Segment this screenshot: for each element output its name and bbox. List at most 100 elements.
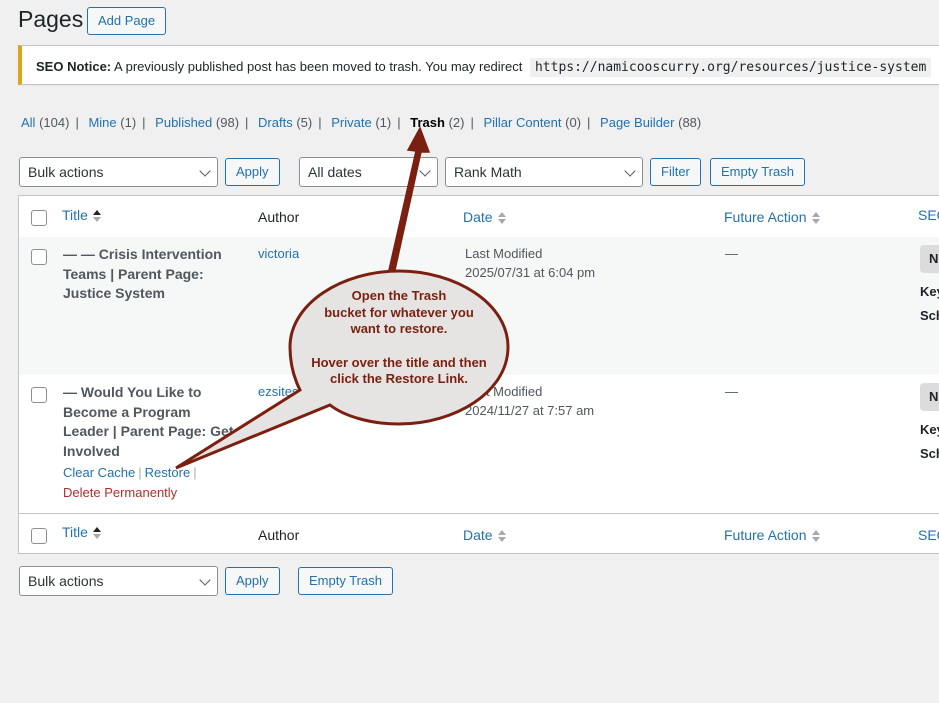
column-title[interactable]: Title: [62, 524, 101, 540]
sort-icon: [811, 212, 820, 225]
callout-line: want to restore.: [350, 321, 448, 336]
seo-filter-select[interactable]: Rank Math: [445, 157, 643, 187]
filter-button[interactable]: Filter: [650, 158, 701, 186]
add-page-button[interactable]: Add Page: [87, 7, 167, 35]
column-title-label[interactable]: Title: [62, 524, 88, 540]
row-title-line[interactable]: Teams | Parent Page:: [63, 265, 222, 285]
column-date[interactable]: Date: [463, 527, 506, 543]
notice-url: https://namicooscurry.org/resources/just…: [529, 58, 932, 77]
bulk-actions-select[interactable]: Bulk actions: [19, 157, 218, 187]
column-author: Author: [258, 527, 300, 543]
status-filter-links: All (104) | Mine (1) | Published (98) | Dra…: [21, 115, 702, 130]
row-date-status: Last Modified: [465, 246, 543, 261]
filter-mine[interactable]: Mine: [88, 115, 116, 130]
row-title-line[interactable]: Involved: [63, 442, 233, 462]
row-title-line[interactable]: Justice System: [63, 284, 222, 304]
callout-line: Hover over the title and then: [311, 354, 487, 370]
dates-select[interactable]: All dates: [299, 157, 438, 187]
apply-button[interactable]: Apply: [225, 158, 280, 186]
seo-score-badge: N: [920, 245, 939, 273]
row-actions: Clear Cache | Restore | Delete Permanently: [63, 465, 197, 500]
seo-schema-label: Sch: [920, 446, 939, 461]
row-date-value: 2024/11/27 at 7:57 am: [465, 402, 595, 418]
callout-line: bucket for whatever you: [324, 304, 474, 320]
bulk-actions-value: Bulk actions: [28, 573, 104, 589]
row-future-action: —: [725, 384, 738, 399]
select-all-checkbox[interactable]: [31, 528, 47, 544]
filter-drafts-count: (5): [296, 115, 313, 130]
filter-published[interactable]: Published: [155, 115, 212, 130]
filter-pillar-content-count: (0): [565, 115, 582, 130]
empty-trash-button-bottom[interactable]: Empty Trash: [298, 567, 393, 595]
column-date-label[interactable]: Date: [463, 527, 493, 543]
page-title: Pages: [18, 6, 84, 32]
table-header: Title Author Date Future Action SEO: [19, 196, 939, 238]
callout-line: click the Restore Link.: [330, 371, 468, 386]
restore-link[interactable]: Restore: [145, 465, 191, 480]
column-future-action-label[interactable]: Future Action: [724, 527, 807, 543]
column-future-action-label[interactable]: Future Action: [724, 209, 807, 225]
row-date-value: 2025/07/31 at 6:04 pm: [465, 264, 596, 280]
bulk-actions-value: Bulk actions: [28, 164, 104, 180]
chevron-down-icon: [419, 165, 431, 177]
table-row: — Would You Like to Become a Program Lea…: [19, 375, 939, 513]
column-title-label[interactable]: Title: [62, 207, 88, 223]
column-seo[interactable]: SEO: [918, 207, 939, 223]
seo-score-badge: N: [920, 383, 939, 411]
table-footer: Title Author Date Future Action SEO: [19, 513, 939, 553]
filter-drafts[interactable]: Drafts: [258, 115, 293, 130]
column-future-action[interactable]: Future Action: [724, 209, 820, 225]
filter-trash-count: (2): [448, 115, 465, 130]
row-title-line[interactable]: Become a Program: [63, 403, 233, 423]
seo-keyword-label: Key: [920, 422, 939, 437]
notice-message: A previously published post has been mov…: [114, 59, 523, 74]
sort-icon: [497, 212, 506, 225]
column-author: Author: [258, 209, 300, 225]
filter-page-builder[interactable]: Page Builder: [600, 115, 674, 130]
empty-trash-button[interactable]: Empty Trash: [710, 158, 805, 186]
seo-notice: SEO Notice: A previously published post …: [18, 45, 939, 85]
sort-icon: [92, 527, 101, 540]
filter-published-count: (98): [215, 115, 240, 130]
row-title-line[interactable]: — Would You Like to: [63, 383, 233, 403]
row-date: Last Modified 2025/07/31 at 6:04 pm: [465, 245, 595, 282]
notice-label: SEO Notice:: [36, 59, 112, 74]
filter-pillar-content[interactable]: Pillar Content: [483, 115, 561, 130]
filter-mine-count: (1): [120, 115, 137, 130]
clear-cache-link[interactable]: Clear Cache: [63, 465, 135, 480]
filter-trash[interactable]: Trash: [410, 115, 445, 130]
seo-keyword-label: Key: [920, 284, 939, 299]
row-title[interactable]: — — Crisis Intervention Teams | Parent P…: [63, 245, 222, 304]
row-title-line[interactable]: — — Crisis Intervention: [63, 245, 222, 265]
column-seo-label[interactable]: SEO: [918, 527, 939, 543]
bulk-actions-select-bottom[interactable]: Bulk actions: [19, 566, 218, 596]
seo-schema-label: Sch: [920, 308, 939, 323]
row-author-link[interactable]: victoria: [258, 245, 299, 264]
row-title-line[interactable]: Leader | Parent Page: Get: [63, 422, 233, 442]
callout-text: Open the Trash bucket for whatever you w…: [298, 288, 500, 388]
apply-button-bottom[interactable]: Apply: [225, 567, 280, 595]
filter-private-count: (1): [375, 115, 392, 130]
column-date-label[interactable]: Date: [463, 209, 493, 225]
row-checkbox[interactable]: [31, 387, 47, 403]
sort-icon: [497, 530, 506, 543]
delete-permanently-link[interactable]: Delete Permanently: [63, 485, 177, 500]
row-title[interactable]: — Would You Like to Become a Program Lea…: [63, 383, 233, 461]
filter-page-builder-count: (88): [678, 115, 702, 130]
column-seo[interactable]: SEO: [918, 527, 939, 543]
sort-icon: [811, 530, 820, 543]
callout-line: Open the Trash: [351, 288, 447, 303]
column-date[interactable]: Date: [463, 209, 506, 225]
filter-private[interactable]: Private: [331, 115, 371, 130]
sort-icon: [92, 210, 101, 223]
select-all-checkbox[interactable]: [31, 210, 47, 226]
seo-filter-value: Rank Math: [454, 164, 522, 180]
filter-all[interactable]: All: [21, 115, 35, 130]
row-date: Last Modified 2024/11/27 at 7:57 am: [465, 383, 594, 420]
column-title[interactable]: Title: [62, 207, 101, 223]
column-future-action[interactable]: Future Action: [724, 527, 820, 543]
row-checkbox[interactable]: [31, 249, 47, 265]
chevron-down-icon: [624, 165, 636, 177]
dates-value: All dates: [308, 164, 362, 180]
column-seo-label[interactable]: SEO: [918, 207, 939, 223]
